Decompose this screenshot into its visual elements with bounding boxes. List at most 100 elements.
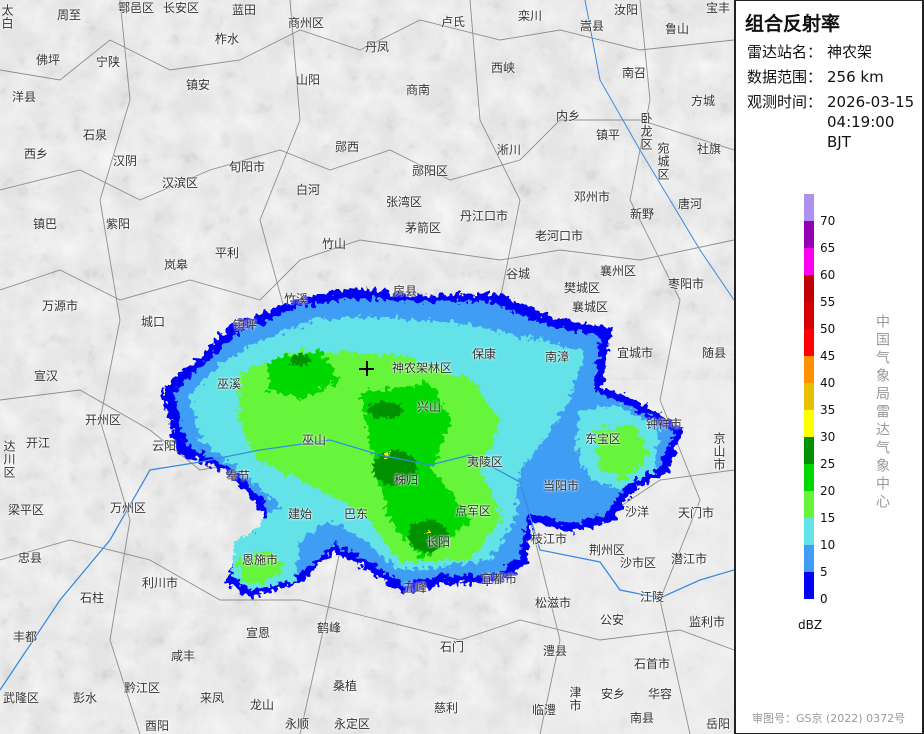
place-label: 宣恩 <box>246 626 271 640</box>
place-label: 忠县 <box>18 551 43 565</box>
place-label: 山阳 <box>296 73 321 87</box>
place-label: 长安区 <box>163 1 200 15</box>
place-label: 柞水 <box>215 32 240 46</box>
place-label: 樊城区 <box>564 281 601 295</box>
place-label: 巫山 <box>302 433 327 447</box>
place-label: 老河口市 <box>535 229 584 243</box>
place-label: 石首市 <box>634 657 671 671</box>
place-label: 谷城 <box>506 267 531 281</box>
place-label: 栾川 <box>518 9 543 23</box>
place-label: 汉滨区 <box>162 176 199 190</box>
place-label: 奉节 <box>226 469 251 483</box>
range-label: 数据范围： <box>747 68 823 86</box>
place-label: 万州区 <box>110 501 147 515</box>
place-label: 岳阳 <box>706 717 731 731</box>
place-label: 蓝田 <box>232 3 257 17</box>
place-label: 社旗 <box>697 142 722 156</box>
place-label: 华容 <box>648 687 673 701</box>
legend-swatch <box>804 491 814 518</box>
legend-swatch <box>804 329 814 356</box>
place-label: 利川市 <box>142 576 179 590</box>
place-label: 巫溪 <box>217 377 242 391</box>
legend-swatch <box>804 518 814 545</box>
date-value: 2026-03-15 <box>827 93 915 111</box>
legend-unit: dBZ <box>798 618 823 632</box>
legend-tick: 5 <box>820 565 828 579</box>
place-label: 镇平 <box>596 128 621 142</box>
place-label: 临澧 <box>532 703 557 717</box>
place-label: 夷陵区 <box>467 455 504 469</box>
place-label: 佛坪 <box>36 53 61 67</box>
place-label: 鹤峰 <box>317 621 342 635</box>
place-label: 监利市 <box>689 615 726 629</box>
place-label: 开州区 <box>85 413 122 427</box>
place-label: 钟祥市 <box>646 417 683 431</box>
place-label: 长阳 <box>426 535 451 549</box>
place-label: 黔江区 <box>124 681 161 695</box>
place-label: 房县 <box>393 284 418 298</box>
place-label: 梁平区 <box>8 503 45 517</box>
legend-swatch <box>804 464 814 491</box>
place-label: 酉阳 <box>145 719 170 733</box>
place-label: 商南 <box>406 83 431 97</box>
place-label: 茅箭区 <box>405 221 442 235</box>
place-label: 宣汉 <box>34 369 59 383</box>
place-label: 旬阳市 <box>229 160 266 174</box>
station-label: 雷达站名： <box>747 43 823 61</box>
organization-label: 中国气象局雷达气象中心 <box>874 314 890 512</box>
place-label: 南召 <box>622 66 647 80</box>
place-label: 五峰 <box>403 581 428 595</box>
place-label: 郧西 <box>335 140 360 154</box>
place-label: 恩施市 <box>242 553 279 567</box>
place-label: 达川区 <box>2 440 16 479</box>
place-label: 宜都市 <box>481 572 518 586</box>
place-label: 岚皋 <box>164 258 189 272</box>
map-approval-number: 审图号：GS京 (2022) 0372号 <box>752 712 906 725</box>
place-label: 洋县 <box>12 90 37 104</box>
place-label: 宛城区 <box>656 142 670 181</box>
radar-site-crosshair-icon <box>359 361 374 376</box>
place-label: 镇坪 <box>233 318 258 332</box>
place-label: 津市 <box>568 686 582 712</box>
place-label: 西乡 <box>24 147 49 161</box>
place-label: 内乡 <box>556 109 581 123</box>
legend-swatch <box>804 194 814 221</box>
place-label: 郧阳区 <box>412 164 449 178</box>
legend-swatch <box>804 302 814 329</box>
legend-tick: 0 <box>820 592 828 606</box>
place-label: 邓州市 <box>574 190 611 204</box>
legend-tick: 10 <box>820 538 836 552</box>
place-label: 淅川 <box>497 143 522 157</box>
place-label: 彭水 <box>73 691 98 705</box>
place-label: 丹凤 <box>365 40 390 54</box>
place-label: 太白 <box>0 4 14 30</box>
place-label: 西峡 <box>491 61 516 75</box>
place-label: 天门市 <box>678 506 715 520</box>
place-label: 永定区 <box>334 717 371 731</box>
legend-tick: 15 <box>820 511 836 525</box>
place-label: 石泉 <box>83 128 108 142</box>
place-label: 巴东 <box>344 507 369 521</box>
legend-tick: 30 <box>820 430 836 444</box>
place-label: 点军区 <box>455 504 492 518</box>
place-label: 南漳 <box>545 350 570 364</box>
place-label: 鲁山 <box>665 22 690 36</box>
legend-tick: 40 <box>820 376 836 390</box>
place-label: 沙洋 <box>625 505 650 519</box>
range-value: 256 km <box>827 68 884 86</box>
place-label: 平利 <box>215 246 240 260</box>
place-label: 潜江市 <box>671 552 708 566</box>
place-label: 建始 <box>288 507 313 521</box>
radar-map[interactable]: 太白 周至 鄠邑区 长安区 蓝田 商州区 卢氏 栾川 嵩县 汝阳 宝丰 佛坪 宁陕 柞水 丹凤 鲁山 洋县 镇安 山… <box>0 0 734 734</box>
place-label: 鄠邑区 <box>118 1 155 15</box>
place-label: 嵩县 <box>580 19 605 33</box>
place-label: 神农架林区 <box>392 361 453 375</box>
legend-swatch <box>804 437 814 464</box>
place-label: 宁陕 <box>96 55 121 69</box>
place-label: 云阳 <box>152 439 177 453</box>
station-value: 神农架 <box>827 43 873 61</box>
place-label: 城口 <box>141 315 166 329</box>
station-row: 雷达站名： 神农架 <box>747 42 872 62</box>
place-label: 宝丰 <box>706 1 731 15</box>
color-legend <box>804 194 814 599</box>
